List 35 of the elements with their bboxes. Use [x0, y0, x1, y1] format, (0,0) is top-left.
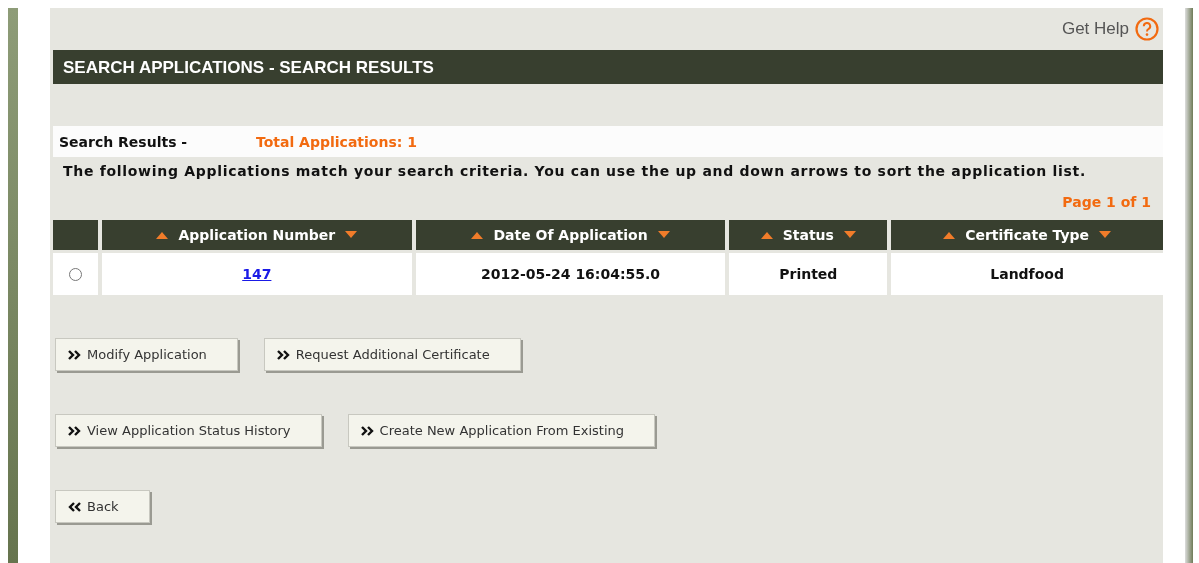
application-number-link[interactable]: 147 [242, 266, 272, 282]
double-chevron-right-icon [68, 425, 82, 436]
double-chevron-right-icon [68, 349, 82, 360]
pagination: Page 1 of 1 [1062, 194, 1151, 210]
sort-up-icon[interactable] [156, 231, 169, 239]
double-chevron-right-icon [360, 425, 375, 436]
sort-up-icon[interactable] [471, 231, 484, 239]
sort-down-icon[interactable] [657, 231, 670, 239]
cell-text: Landfood [990, 266, 1064, 282]
action-button[interactable]: View Application Status History [55, 414, 322, 447]
sort-up-icon[interactable] [943, 231, 956, 239]
column-title[interactable]: Certificate Type [965, 227, 1090, 243]
double-chevron-right-icon [276, 349, 291, 360]
help-icon[interactable] [1135, 17, 1159, 41]
page-title: SEARCH APPLICATIONS - SEARCH RESULTS [53, 50, 1163, 84]
action-button[interactable]: Request Additional Certificate [263, 338, 521, 371]
sort-down-icon[interactable] [843, 231, 856, 239]
action-button[interactable]: Modify Application [55, 338, 238, 371]
column-title[interactable]: Application Number [178, 227, 336, 243]
cell-text: 2012-05-24 16:04:55.0 [480, 266, 661, 282]
action-button[interactable]: Create New Application From Existing [347, 414, 655, 447]
total-applications: Total Applications: 1 [256, 133, 417, 150]
action-button[interactable]: Back [55, 490, 150, 523]
header-cell [53, 220, 98, 250]
help-link[interactable]: Get Help [1061, 19, 1129, 39]
sort-down-icon[interactable] [1099, 231, 1112, 239]
sort-up-icon[interactable] [760, 231, 773, 239]
results-label: Search Results - [59, 133, 189, 150]
column-title[interactable]: Date Of Application [493, 227, 648, 243]
description-text: The following Applications match your search criteria. You can use the up and down arrows to sort the application list. [63, 163, 1087, 180]
cell-text: Printed [779, 266, 838, 282]
column-title[interactable]: Status [782, 227, 834, 243]
sort-down-icon[interactable] [345, 231, 358, 239]
row-radio[interactable] [68, 267, 82, 281]
double-chevron-left-icon [68, 501, 82, 512]
